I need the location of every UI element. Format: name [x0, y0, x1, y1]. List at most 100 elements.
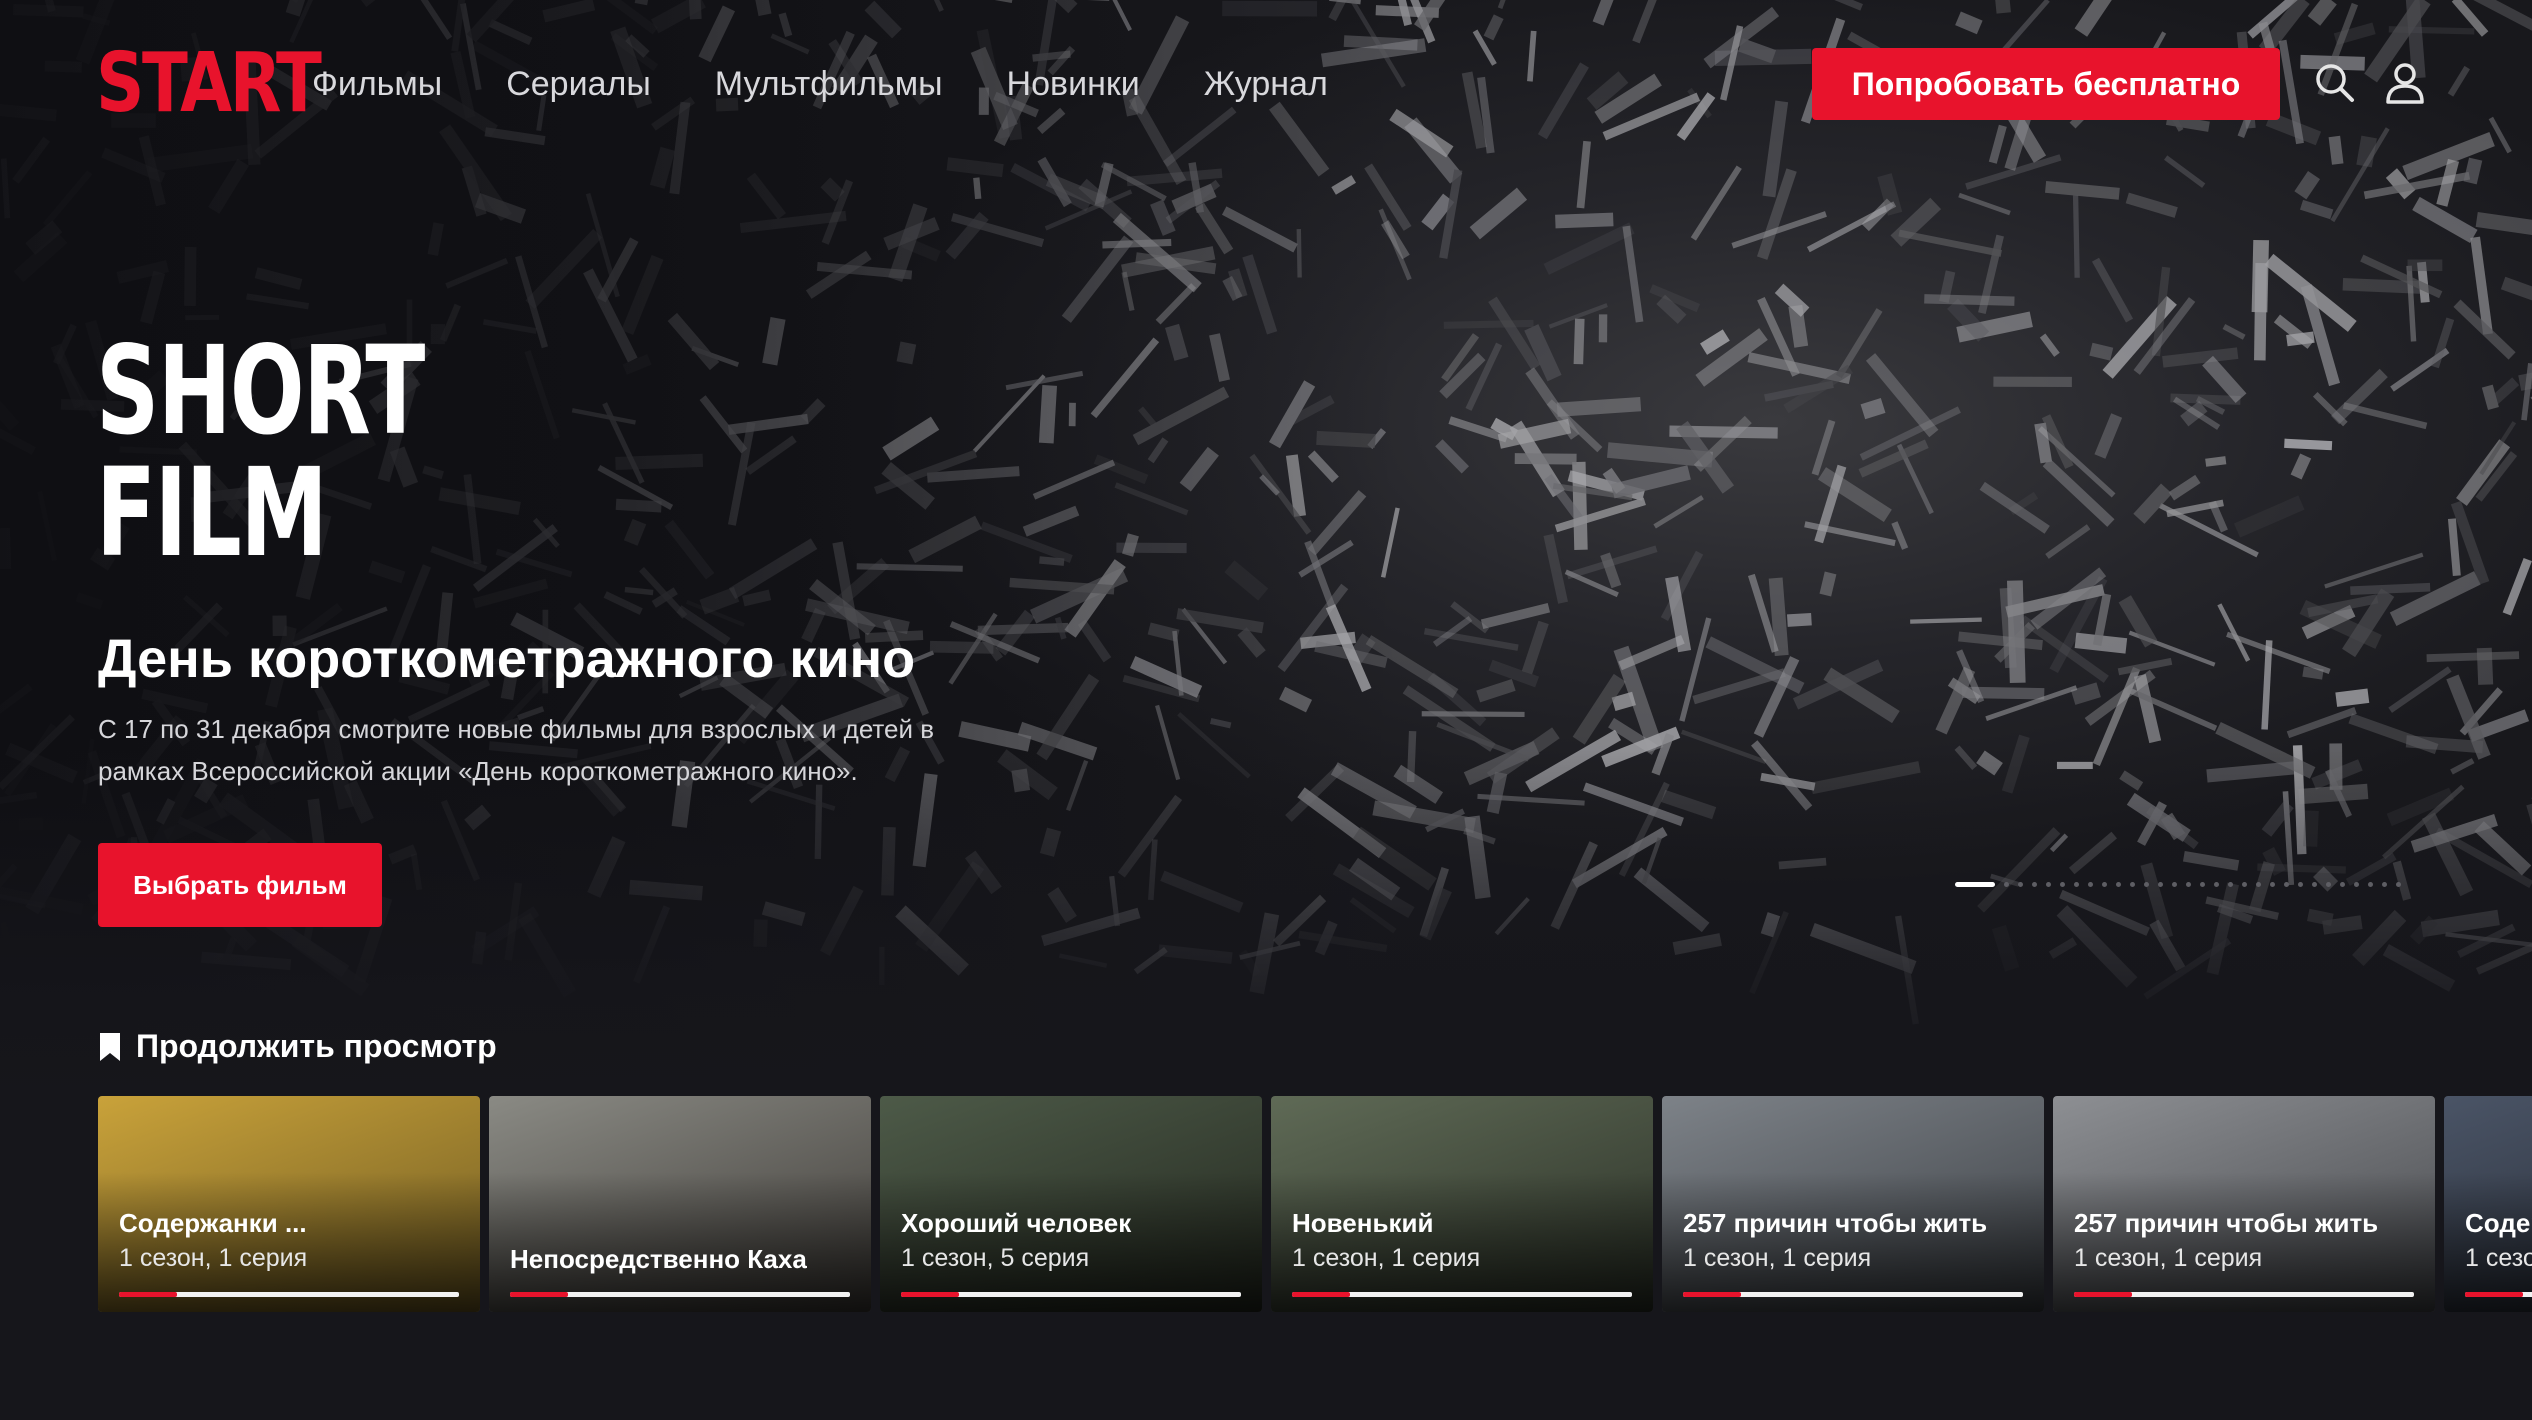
slide-dot[interactable]: [2382, 882, 2387, 887]
shard: [1610, 465, 1691, 499]
card-title: Содержанки ...: [119, 1208, 307, 1238]
shard: [1910, 617, 1982, 624]
slide-dot[interactable]: [2186, 882, 2191, 887]
shard: [2045, 180, 2120, 200]
shard: [2222, 323, 2246, 340]
slide-dot[interactable]: [2004, 882, 2009, 887]
shard: [2261, 640, 2273, 730]
slide-dot[interactable]: [2312, 882, 2317, 887]
shard: [1521, 620, 1549, 675]
slide-dot[interactable]: [2172, 882, 2177, 887]
nav-series[interactable]: Сериалы: [506, 60, 651, 108]
search-icon[interactable]: [2310, 58, 2360, 108]
continue-card[interactable]: Содержанки ... 1 сезон, 1 серия: [98, 1096, 480, 1312]
shard: [2284, 438, 2333, 451]
shard: [2431, 317, 2455, 369]
user-icon[interactable]: [2380, 58, 2430, 108]
slide-dot[interactable]: [2368, 882, 2373, 887]
slide-dot[interactable]: [2270, 882, 2275, 887]
card-title: 257 причин чтобы жить: [2074, 1208, 2379, 1238]
card-title: Новенький: [1292, 1208, 1434, 1238]
shard: [1700, 329, 1730, 355]
shard: [1421, 711, 1525, 718]
slide-dot[interactable]: [2060, 882, 2065, 887]
shard: [2168, 474, 2201, 501]
shard: [2127, 687, 2218, 731]
shard: [1435, 439, 1469, 474]
watch-progress-bar: [1292, 1292, 1632, 1297]
continue-watching-header: Продолжить просмотр: [98, 1028, 497, 1065]
main-nav: Фильмы Сериалы Мультфильмы Новинки Журна…: [312, 60, 1328, 108]
watch-progress-bar: [119, 1292, 459, 1297]
try-free-button[interactable]: Попробовать бесплатно: [1812, 48, 2280, 120]
slide-dot[interactable]: [2396, 882, 2401, 887]
slide-dot[interactable]: [2102, 882, 2107, 887]
shard: [2039, 333, 2060, 357]
watch-progress-fill: [1683, 1292, 1741, 1297]
nav-new[interactable]: Новинки: [1007, 60, 1140, 108]
slide-dot[interactable]: [2018, 882, 2023, 887]
shard: [1979, 481, 2050, 534]
slide-dot[interactable]: [2046, 882, 2051, 887]
slide-dot[interactable]: [2256, 882, 2261, 887]
slide-dot[interactable]: [2074, 882, 2079, 887]
slide-pagination[interactable]: [1955, 882, 2401, 887]
card-title: Хороший человек: [901, 1208, 1132, 1238]
slide-dot[interactable]: [2298, 882, 2303, 887]
shard: [1476, 678, 1516, 703]
slide-dot[interactable]: [2340, 882, 2345, 887]
hero-description: С 17 по 31 декабря смотрите новые фильмы…: [98, 714, 935, 786]
continue-card[interactable]: Новенький 1 сезон, 1 серия: [1271, 1096, 1653, 1312]
continue-card[interactable]: 257 причин чтобы жить 1 сезон, 1 серия: [2053, 1096, 2435, 1312]
continue-card[interactable]: Хороший человек 1 сезон, 5 серия: [880, 1096, 1262, 1312]
shard: [2447, 518, 2461, 577]
card-episode: 1 сезон: [2465, 1244, 2532, 1272]
slide-dot[interactable]: [2158, 882, 2163, 887]
slide-dot[interactable]: [2032, 882, 2037, 887]
bookmark-icon: [100, 1032, 120, 1061]
start-logo[interactable]: START: [96, 40, 322, 128]
card-shade: [1662, 1172, 2044, 1312]
slide-dot[interactable]: [2088, 882, 2093, 887]
slide-dot[interactable]: [2116, 882, 2121, 887]
continue-card[interactable]: 257 причин чтобы жить 1 сезон, 1 серия: [1662, 1096, 2044, 1312]
shard: [2491, 377, 2520, 405]
shard: [1865, 353, 1939, 438]
slide-dot[interactable]: [2200, 882, 2205, 887]
shard: [2254, 262, 2267, 361]
nav-films[interactable]: Фильмы: [312, 60, 442, 108]
top-header: START Фильмы Сериалы Мультфильмы Новинки…: [0, 0, 2532, 170]
shard: [2299, 199, 2334, 220]
shard: [2125, 192, 2178, 218]
shard: [2094, 413, 2123, 459]
slide-dot[interactable]: [2214, 882, 2219, 887]
slide-dot[interactable]: [2144, 882, 2149, 887]
slide-dot[interactable]: [2354, 882, 2359, 887]
shard: [1598, 314, 1608, 343]
shard: [1690, 165, 1742, 241]
continue-card[interactable]: Содержанки 1 сезон: [2444, 1096, 2532, 1312]
slide-dot-active[interactable]: [1955, 882, 1995, 887]
slide-dot[interactable]: [2130, 882, 2135, 887]
watch-progress-fill: [2074, 1292, 2132, 1297]
continue-card[interactable]: Непосредственно Каха: [489, 1096, 871, 1312]
choose-film-button[interactable]: Выбрать фильм: [98, 843, 382, 927]
slide-dot[interactable]: [2242, 882, 2247, 887]
shard: [2348, 713, 2439, 755]
shard: [1924, 294, 2015, 306]
continue-watching-rail[interactable]: Содержанки ... 1 сезон, 1 серия Непосредст…: [98, 1096, 2532, 1320]
nav-cartoons[interactable]: Мультфильмы: [715, 60, 943, 108]
watch-progress-bar: [510, 1292, 850, 1297]
slide-dot[interactable]: [2326, 882, 2331, 887]
shard: [2205, 456, 2227, 467]
slide-dot[interactable]: [2284, 882, 2289, 887]
watch-progress-bar: [901, 1292, 1241, 1297]
shard: [1555, 212, 1614, 229]
shard: [2072, 195, 2080, 278]
shard: [1787, 612, 1812, 627]
slide-dot[interactable]: [2228, 882, 2233, 887]
shard: [2388, 666, 2452, 713]
nav-journal[interactable]: Журнал: [1204, 60, 1328, 108]
shard: [2045, 524, 2091, 559]
shard: [1556, 396, 1642, 417]
